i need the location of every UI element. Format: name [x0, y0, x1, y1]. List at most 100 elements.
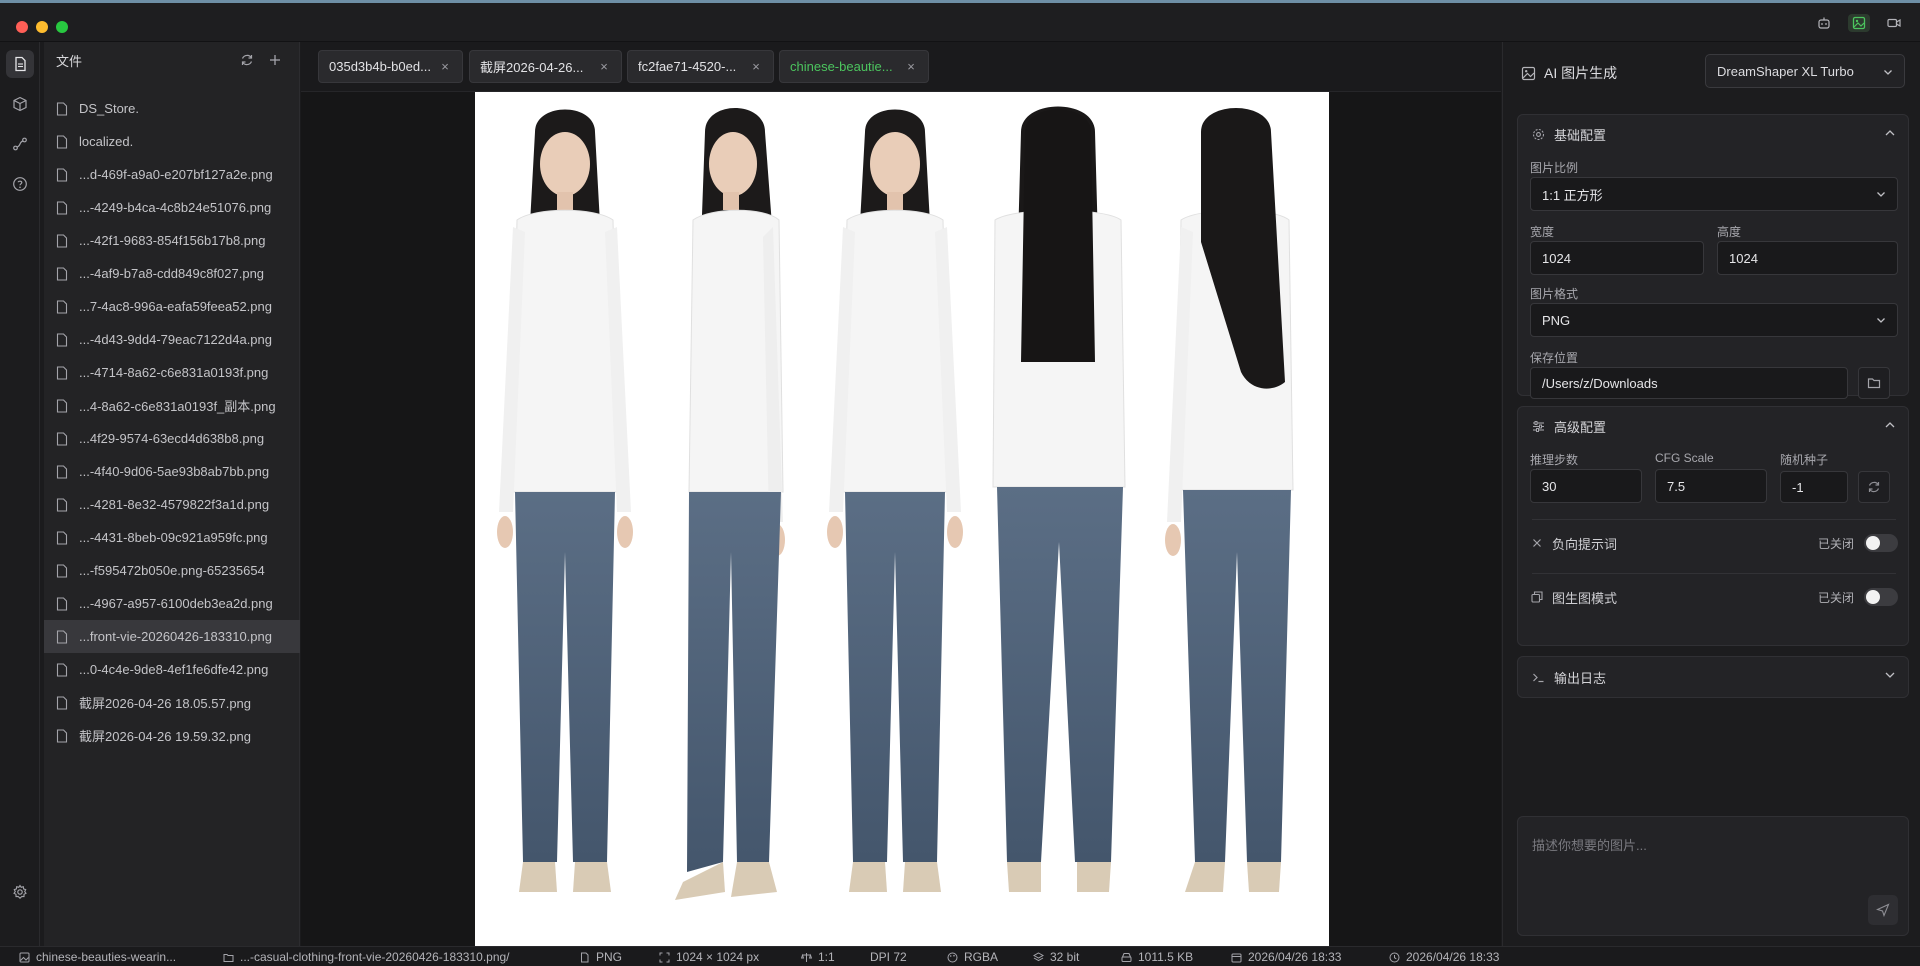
- status-dpi: DPI 72: [870, 947, 907, 966]
- file-icon: [56, 431, 70, 447]
- cfg-scale-label: CFG Scale: [1655, 451, 1714, 465]
- minimize-window-button[interactable]: [36, 21, 48, 33]
- save-location-label: 保存位置: [1530, 351, 1579, 365]
- file-list-item[interactable]: ...-f595472b050e.png-65235654: [44, 554, 300, 587]
- status-file[interactable]: chinese-beauties-wearin...: [18, 947, 176, 966]
- file-explorer-title: 文件: [56, 53, 83, 69]
- tab-close-icon[interactable]: ×: [749, 59, 763, 74]
- randomize-seed-button[interactable]: [1858, 471, 1890, 503]
- refresh-icon[interactable]: [238, 51, 256, 69]
- advanced-config-header[interactable]: 高级配置: [1518, 407, 1908, 445]
- zoom-window-button[interactable]: [56, 21, 68, 33]
- file-list-item[interactable]: ...d-469f-a9a0-e207bf127a2e.png: [44, 158, 300, 191]
- video-mode-icon[interactable]: [1883, 14, 1905, 32]
- save-location-input[interactable]: /Users/z/Downloads: [1530, 367, 1848, 399]
- file-list-item[interactable]: ...4-8a62-c6e831a0193f_副本.png: [44, 389, 300, 422]
- tab-close-icon[interactable]: ×: [438, 59, 452, 74]
- file-icon: [578, 951, 590, 963]
- tab-1[interactable]: 截屏2026-04-26... ×: [469, 50, 622, 83]
- chevron-down-icon: [1876, 315, 1886, 325]
- file-list-item[interactable]: ...-4f40-9d06-5ae93b8ab7bb.png: [44, 455, 300, 488]
- basic-config-header[interactable]: 基础配置: [1518, 115, 1908, 153]
- status-color: RGBA: [946, 947, 998, 966]
- cfg-scale-input[interactable]: 7.5: [1655, 469, 1767, 503]
- browse-folder-button[interactable]: [1858, 367, 1890, 399]
- width-value: 1024: [1542, 250, 1571, 266]
- status-format-value: PNG: [596, 950, 623, 964]
- file-list-item[interactable]: ...-4714-8a62-c6e831a0193f.png: [44, 356, 300, 389]
- file-icon: [56, 365, 70, 381]
- send-button[interactable]: [1868, 895, 1898, 925]
- file-list-item[interactable]: ...-4281-8e32-4579822f3a1d.png: [44, 488, 300, 521]
- status-bar: chinese-beauties-wearin... ...-casual-cl…: [0, 946, 1920, 966]
- file-name: 截屏2026-04-26 18.05.57.png: [79, 696, 252, 711]
- tab-3[interactable]: chinese-beautie... ×: [779, 50, 929, 83]
- output-log-header[interactable]: 输出日志: [1518, 657, 1908, 697]
- file-icon: [56, 662, 70, 678]
- ratio-select[interactable]: 1:1 正方形: [1530, 177, 1898, 211]
- prompt-input[interactable]: 描述你想要的图片...: [1517, 816, 1909, 936]
- basic-config-title: 基础配置: [1554, 127, 1607, 143]
- img2img-state: 已关闭: [1817, 590, 1854, 605]
- status-file-name: chinese-beauties-wearin...: [36, 950, 177, 964]
- steps-input[interactable]: 30: [1530, 469, 1642, 503]
- output-log-card: 输出日志: [1517, 656, 1909, 698]
- add-file-icon[interactable]: [266, 51, 284, 69]
- file-list-item[interactable]: ...-4af9-b7a8-cdd849c8f027.png: [44, 257, 300, 290]
- status-color-value: RGBA: [964, 950, 999, 964]
- file-list-item[interactable]: localized.: [44, 125, 300, 158]
- file-list-item[interactable]: ...-4431-8beb-09c921a959fc.png: [44, 521, 300, 554]
- status-modified: 2026/04/26 18:33: [1388, 947, 1499, 966]
- width-input[interactable]: 1024: [1530, 241, 1704, 275]
- file-explorer-header: 文件: [44, 42, 299, 78]
- file-icon: [56, 728, 70, 744]
- status-path[interactable]: ...-casual-clothing-front-vie-20260426-1…: [222, 947, 510, 966]
- close-window-button[interactable]: [16, 21, 28, 33]
- dimensions-icon: [658, 951, 670, 963]
- status-created-value: 2026/04/26 18:33: [1248, 950, 1342, 964]
- robot-icon[interactable]: [1813, 14, 1835, 32]
- file-name: ...4f29-9574-63ecd4d638b8.png: [79, 431, 265, 446]
- editor-area: 035d3b4b-b0ed... × 截屏2026-04-26... × fc2…: [301, 42, 1501, 946]
- file-list-item[interactable]: 截屏2026-04-26 18.05.57.png: [44, 686, 300, 719]
- settings-gear-icon[interactable]: [6, 878, 34, 906]
- tab-close-icon[interactable]: ×: [597, 59, 611, 74]
- seed-input[interactable]: -1: [1780, 471, 1848, 503]
- model-select[interactable]: DreamShaper XL Turbo: [1705, 54, 1905, 88]
- image-mode-icon[interactable]: [1848, 14, 1870, 32]
- file-list-item[interactable]: ...-4967-a957-6100deb3ea2d.png: [44, 587, 300, 620]
- save-location-value: /Users/z/Downloads: [1542, 375, 1658, 391]
- status-depth-value: 32 bit: [1050, 950, 1080, 964]
- ratio-label: 图片比例: [1530, 161, 1579, 175]
- tab-0[interactable]: 035d3b4b-b0ed... ×: [318, 50, 463, 83]
- tab-close-icon[interactable]: ×: [904, 59, 918, 74]
- height-input[interactable]: 1024: [1717, 241, 1898, 275]
- status-created: 2026/04/26 18:33: [1230, 947, 1341, 966]
- status-path-value: ...-casual-clothing-front-vie-20260426-1…: [240, 950, 510, 964]
- advanced-config-card: 高级配置 推理步数 30 CFG Scale 7.5 随机种子 -1 负向提示词…: [1517, 406, 1909, 646]
- model-figures-image: [497, 106, 1294, 900]
- file-list-item[interactable]: ...-42f1-9683-854f156b17b8.png: [44, 224, 300, 257]
- status-modified-value: 2026/04/26 18:33: [1406, 950, 1500, 964]
- status-format: PNG: [578, 947, 622, 966]
- help-icon[interactable]: [6, 170, 34, 198]
- file-list-item[interactable]: DS_Store.: [44, 92, 300, 125]
- box-icon[interactable]: [6, 90, 34, 118]
- file-list-item[interactable]: ...-4249-b4ca-4c8b24e51076.png: [44, 191, 300, 224]
- file-list-item[interactable]: 截屏2026-04-26 19.59.32.png: [44, 719, 300, 752]
- format-select[interactable]: PNG: [1530, 303, 1898, 337]
- tab-2[interactable]: fc2fae71-4520-... ×: [627, 50, 774, 83]
- tab-label: 035d3b4b-b0ed...: [329, 59, 431, 74]
- file-list-item[interactable]: ...0-4c4e-9de8-4ef1fe6dfe42.png: [44, 653, 300, 686]
- file-list-item[interactable]: ...4f29-9574-63ecd4d638b8.png: [44, 422, 300, 455]
- img2img-toggle[interactable]: [1864, 588, 1898, 606]
- workflow-icon[interactable]: [6, 130, 34, 158]
- files-icon[interactable]: [6, 50, 34, 78]
- file-list-item[interactable]: ...7-4ac8-996a-eafa59feea52.png: [44, 290, 300, 323]
- status-dpi-value: DPI 72: [870, 950, 907, 964]
- image-preview: [475, 92, 1329, 946]
- file-list-item[interactable]: ...front-vie-20260426-183310.png: [44, 620, 300, 653]
- drive-icon: [1120, 951, 1132, 963]
- negative-prompt-toggle[interactable]: [1864, 534, 1898, 552]
- file-list-item[interactable]: ...-4d43-9dd4-79eac7122d4a.png: [44, 323, 300, 356]
